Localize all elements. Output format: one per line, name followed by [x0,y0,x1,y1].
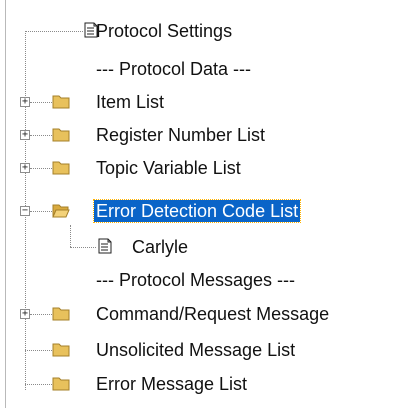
expand-icon[interactable]: + [20,309,30,319]
tree-item-label: --- Protocol Messages --- [96,270,296,290]
expand-icon[interactable]: + [20,163,30,173]
tree-item-protocol-messages-separator[interactable]: --- Protocol Messages --- [0,264,399,296]
tree-connector-line [25,350,52,351]
tree-connector-line [70,247,96,248]
tree-item-label: Carlyle [132,237,189,257]
tree-item-carlyle[interactable]: Carlyle [0,231,399,263]
tree-item-label: --- Protocol Data --- [96,59,252,79]
tree-item-error-message-list[interactable]: Error Message List [0,368,399,400]
tree-item-label: Topic Variable List [96,158,241,178]
tree-connector-line [25,384,52,385]
tree-connector-line [25,31,83,32]
tree-item-protocol-settings[interactable]: Protocol Settings [0,15,399,47]
tree-item-label: Error Detection Code List [92,199,302,223]
folder-icon [52,161,70,175]
protocol-tree-view[interactable]: Protocol Settings --- Protocol Data --- … [0,0,399,408]
folder-icon [52,377,70,391]
collapse-icon[interactable]: − [20,206,30,216]
tree-item-label: Register Number List [96,125,266,145]
tree-item-label: Error Message List [96,374,248,394]
tree-connector-line [30,314,52,315]
tree-item-unsolicited-message-list[interactable]: Unsolicited Message List [0,334,399,366]
tree-item-label: Unsolicited Message List [96,340,296,360]
tree-item-label: Protocol Settings [96,21,233,41]
tree-connector-line [30,102,52,103]
tree-item-error-detection-code-list[interactable]: − Error Detection Code List [0,195,399,227]
tree-connector-line [30,211,52,212]
tree-item-label: Item List [96,92,165,112]
folder-icon [52,95,70,109]
tree-item-label: Command/Request Message [96,304,330,324]
tree-item-register-number-list[interactable]: + Register Number List [0,119,399,151]
folder-icon [52,128,70,142]
tree-item-command-request-message[interactable]: + Command/Request Message [0,298,399,330]
tree-item-protocol-data-separator[interactable]: --- Protocol Data --- [0,53,399,85]
folder-icon [52,307,70,321]
tree-item-topic-variable-list[interactable]: + Topic Variable List [0,152,399,184]
expand-icon[interactable]: + [20,130,30,140]
expand-icon[interactable]: + [20,97,30,107]
folder-icon [52,343,70,357]
tree-item-item-list[interactable]: + Item List [0,86,399,118]
tree-connector-line [30,135,52,136]
tree-connector-line [30,168,52,169]
open-folder-icon [52,204,70,218]
document-icon [98,238,112,254]
